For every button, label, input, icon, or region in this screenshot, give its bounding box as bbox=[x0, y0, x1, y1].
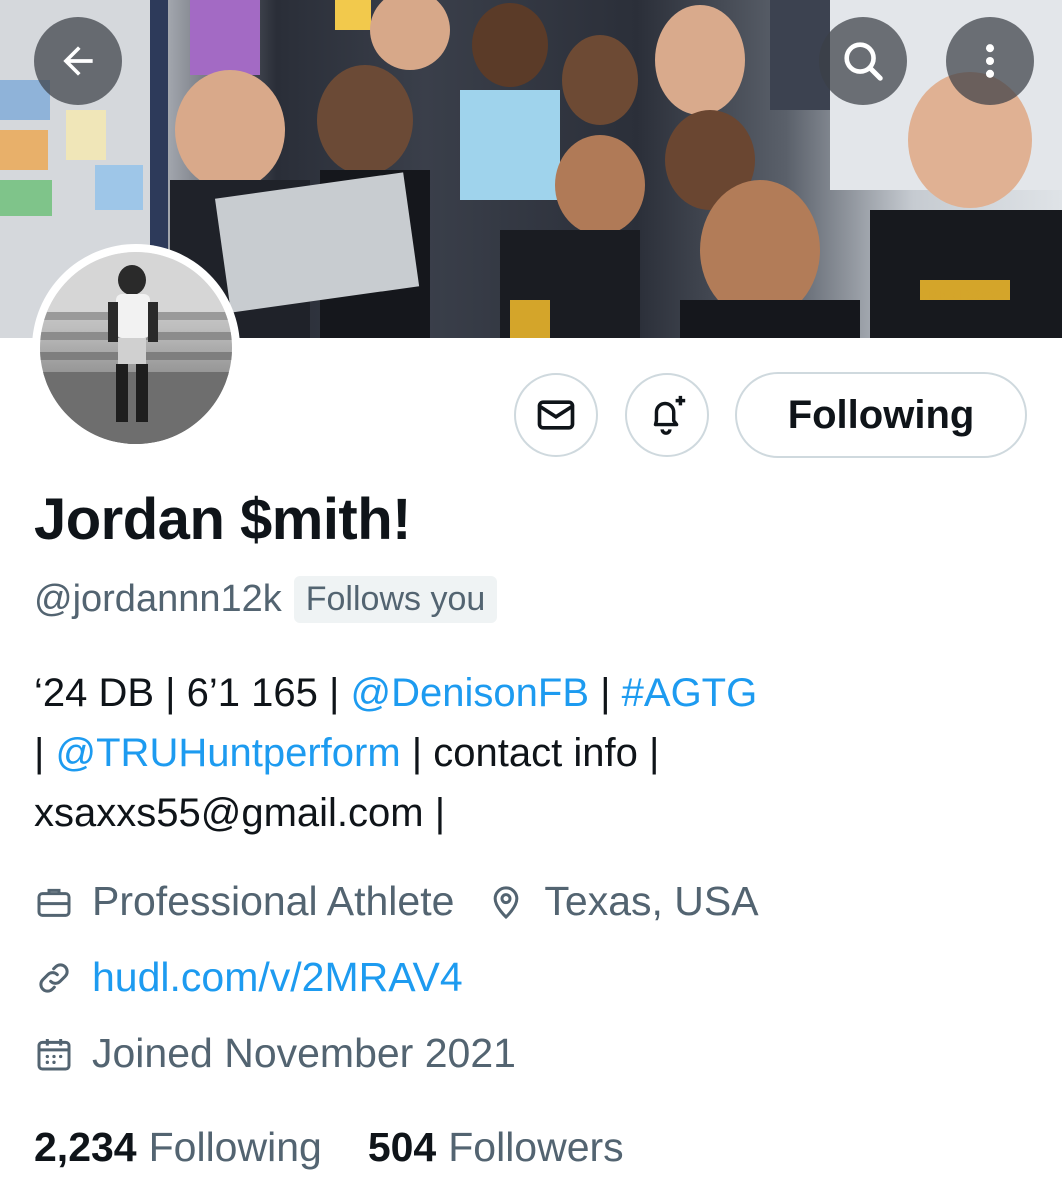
follows-you-badge: Follows you bbox=[293, 576, 498, 623]
avatar[interactable] bbox=[32, 244, 240, 452]
arrow-left-icon bbox=[63, 46, 93, 76]
profile-meta-row: Professional Athlete Texas, USA bbox=[34, 878, 759, 925]
followers-stat[interactable]: 504 Followers bbox=[368, 1124, 624, 1171]
profile-location: Texas, USA bbox=[544, 878, 759, 924]
jersey-text: DENISON bbox=[925, 287, 998, 304]
notifications-button[interactable] bbox=[625, 373, 709, 457]
following-count: 2,234 bbox=[34, 1124, 137, 1170]
following-stat[interactable]: 2,234 Following bbox=[34, 1124, 322, 1171]
envelope-icon bbox=[537, 400, 575, 430]
profile-category: Professional Athlete bbox=[92, 878, 455, 924]
profile-bio: ‘24 DB | 6’1 165 | @DenisonFB | #AGTG | @… bbox=[34, 663, 1034, 843]
bell-plus-icon bbox=[653, 395, 686, 435]
following-label: Following bbox=[148, 1124, 322, 1170]
website-row: hudl.com/v/2MRAV4 bbox=[34, 954, 463, 1001]
joined-row: Joined November 2021 bbox=[34, 1030, 516, 1077]
bio-text: | bbox=[34, 731, 56, 775]
website-link[interactable]: hudl.com/v/2MRAV4 bbox=[92, 954, 463, 1001]
bio-text: ‘24 DB | 6’1 165 | bbox=[34, 671, 351, 715]
location-pin-icon bbox=[494, 885, 519, 919]
search-button[interactable] bbox=[819, 17, 907, 105]
follow-stats: 2,234 Following 504 Followers bbox=[34, 1124, 624, 1171]
bio-separator: | bbox=[589, 671, 622, 715]
hashtag-link-agtg[interactable]: #AGTG bbox=[622, 671, 758, 715]
briefcase-icon bbox=[37, 888, 71, 917]
search-icon bbox=[844, 42, 883, 81]
followers-label: Followers bbox=[448, 1124, 624, 1170]
link-icon bbox=[39, 962, 69, 993]
display-name: Jordan $mith! bbox=[34, 487, 412, 552]
message-button[interactable] bbox=[514, 373, 598, 457]
following-button[interactable]: Following bbox=[735, 372, 1027, 458]
followers-count: 504 bbox=[367, 1124, 437, 1170]
joined-date: Joined November 2021 bbox=[92, 1030, 516, 1076]
mention-link-denisonfb[interactable]: @DenisonFB bbox=[351, 671, 589, 715]
more-vertical-icon bbox=[985, 44, 995, 78]
more-button[interactable] bbox=[946, 17, 1034, 105]
calendar-icon bbox=[37, 1038, 71, 1070]
handle-row: @jordannn12k Follows you bbox=[34, 576, 498, 623]
back-button[interactable] bbox=[34, 17, 122, 105]
username-handle: @jordannn12k bbox=[34, 578, 282, 620]
mention-link-truhuntperform[interactable]: @TRUHuntperform bbox=[56, 731, 401, 775]
avatar-image bbox=[40, 252, 232, 444]
